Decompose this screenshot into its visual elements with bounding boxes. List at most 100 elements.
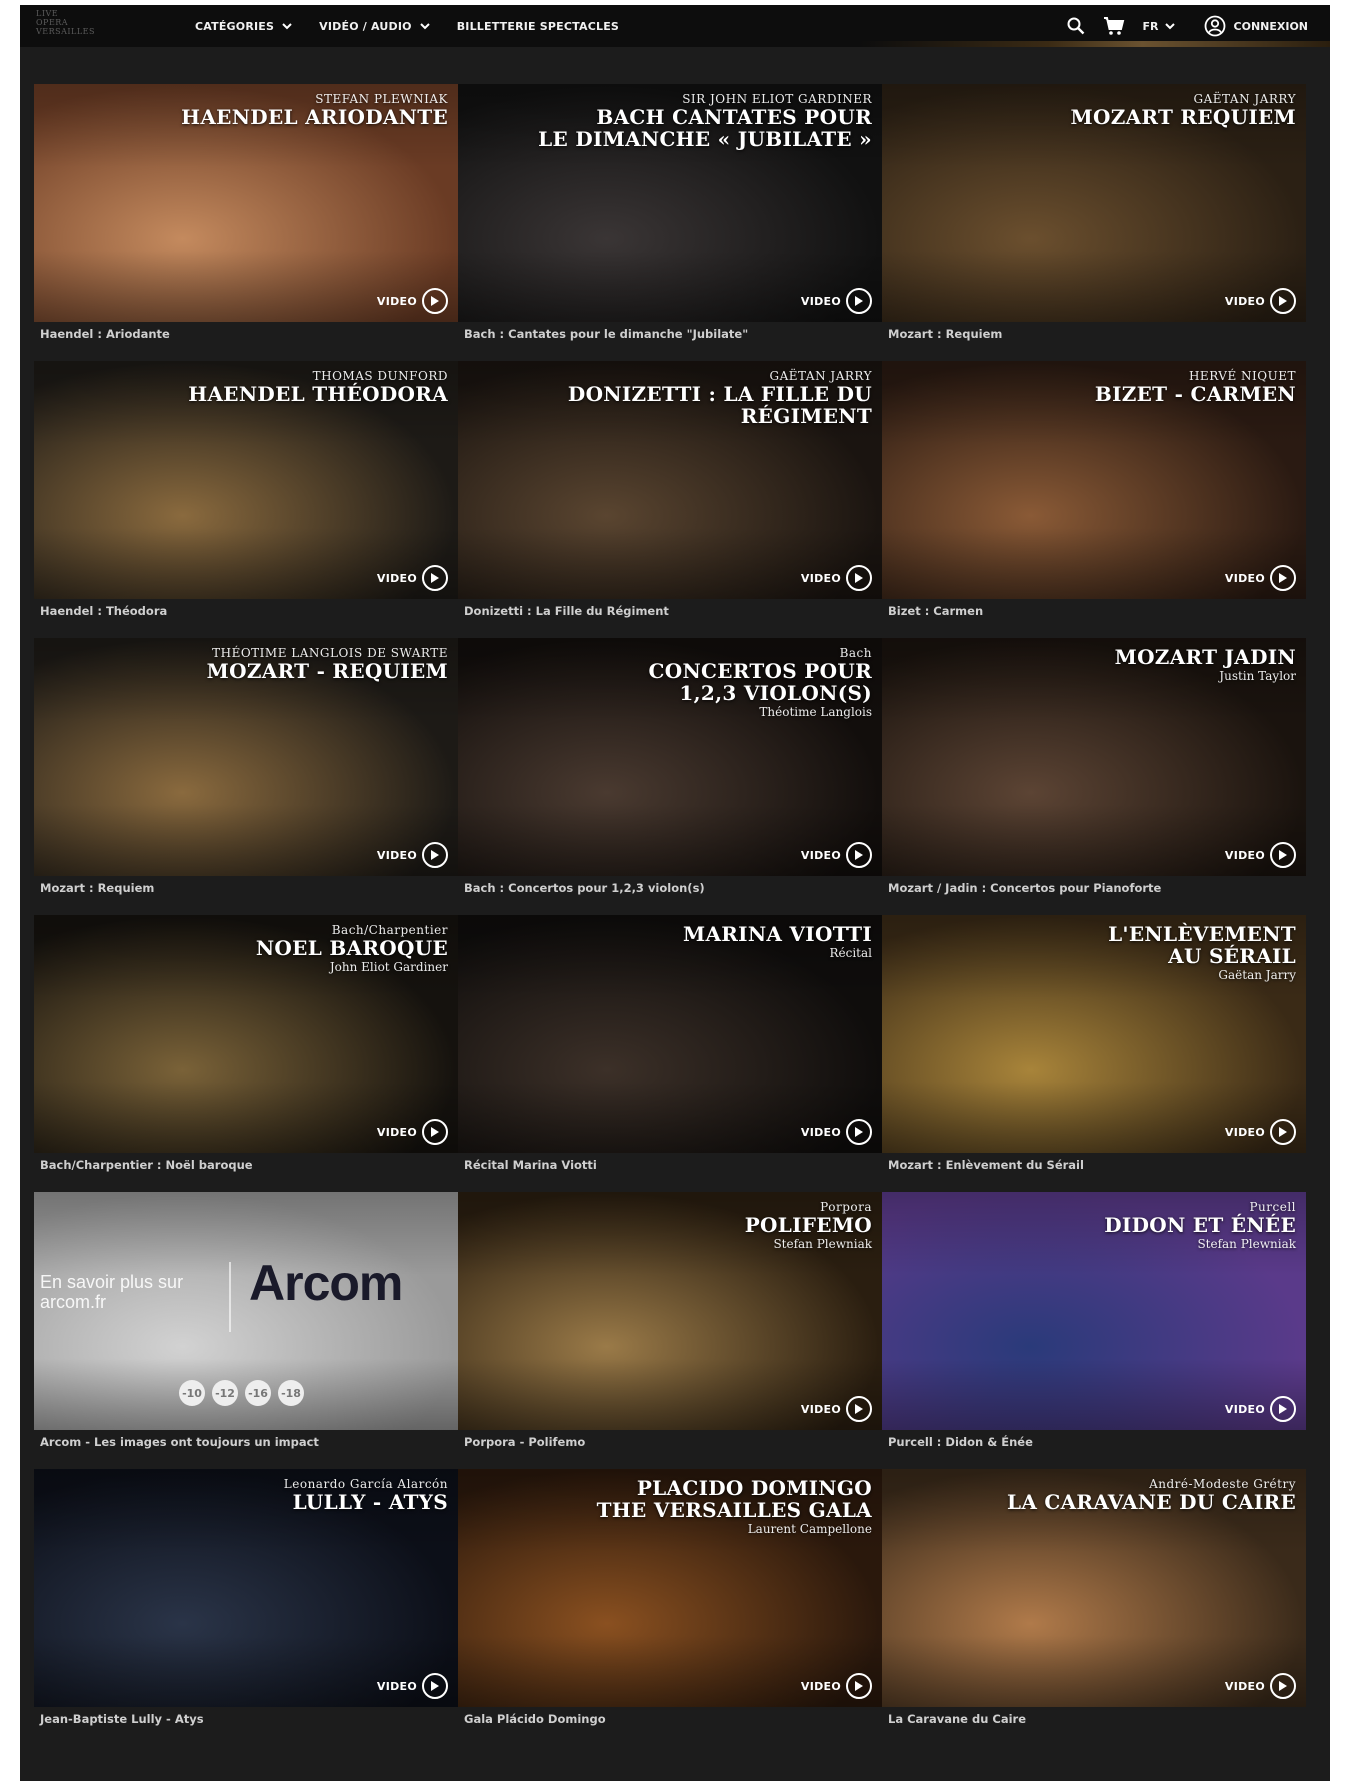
site-logo[interactable]: LIVE OPERA VERSAILLES — [36, 9, 146, 43]
video-caption[interactable]: Porpora - Polifemo — [464, 1435, 585, 1449]
search-button[interactable] — [1067, 17, 1085, 35]
age-rating-badge: -16 — [245, 1380, 271, 1406]
search-icon — [1067, 17, 1084, 35]
video-caption[interactable]: Donizetti : La Fille du Régiment — [464, 604, 669, 618]
video-badge-label: VIDEO — [800, 1679, 841, 1693]
video-card[interactable]: GAËTAN JARRY MOZART REQUIEM VIDEO Mozart : … — [882, 84, 1306, 346]
overlay-title: POLIFEMO — [744, 1213, 872, 1237]
video-thumbnail[interactable]: L'ENLÈVEMENT AU SÉRAIL Gaëtan Jarry VIDEO — [882, 915, 1306, 1153]
overlay-title: AU SÉRAIL — [1168, 944, 1296, 968]
overlay-title: DIDON ET ÉNÉE — [1104, 1213, 1296, 1237]
overlay-title: HAENDEL THÉODORA — [188, 382, 448, 406]
video-thumbnail[interactable]: Bach CONCERTOS POUR 1,2,3 VIOLON(S) Théotim… — [458, 638, 882, 876]
video-thumbnail[interactable]: PLACIDO DOMINGO THE VERSAILLES GALA Lauren… — [458, 1469, 882, 1707]
video-thumbnail[interactable]: Leonardo García Alarcón LULLY - ATYS VIDEO — [34, 1469, 458, 1707]
video-caption[interactable]: Bach : Cantates pour le dimanche "Jubila… — [464, 327, 748, 341]
age-ratings: -10 -12 -16 -18 — [179, 1380, 304, 1406]
video-thumbnail[interactable]: THOMAS DUNFORD HAENDEL THÉODORA VIDEO — [34, 361, 458, 599]
video-card[interactable]: L'ENLÈVEMENT AU SÉRAIL Gaëtan Jarry VIDEO Mo… — [882, 915, 1306, 1177]
video-card[interactable]: Porpora POLIFEMO Stefan Plewniak VIDEO Porpo… — [458, 1192, 882, 1454]
video-thumbnail[interactable]: HERVÉ NIQUET BIZET - CARMEN VIDEO — [882, 361, 1306, 599]
video-caption[interactable]: Purcell : Didon & Énée — [888, 1435, 1033, 1449]
video-card[interactable]: André-Modeste Grétry LA CARAVANE DU CAIRE… — [882, 1469, 1306, 1731]
video-thumbnail[interactable]: GAËTAN JARRY MOZART REQUIEM VIDEO — [882, 84, 1306, 322]
video-caption[interactable]: Jean-Baptiste Lully - Atys — [40, 1712, 204, 1726]
overlay-title: LA CARAVANE DU CAIRE — [1006, 1490, 1296, 1514]
video-card[interactable]: HERVÉ NIQUET BIZET - CARMEN VIDEO Bizet : C… — [882, 361, 1306, 623]
video-card[interactable]: Purcell DIDON ET ÉNÉE Stefan Plewniak VIDEO… — [882, 1192, 1306, 1454]
video-card[interactable]: En savoir plus sur arcom.fr Arcom -10 -12 -16… — [34, 1192, 458, 1454]
overlay-subtitle: Laurent Campellone — [747, 1522, 872, 1536]
video-card[interactable]: STEFAN PLEWNIAK HAENDEL ARIODANTE VIDEO Hae… — [34, 84, 458, 346]
play-icon — [1270, 1119, 1296, 1145]
video-badge: VIDEO — [801, 288, 872, 314]
play-icon — [846, 842, 872, 868]
video-card[interactable]: MARINA VIOTTI Récital VIDEO Récital Marina … — [458, 915, 882, 1177]
video-caption[interactable]: Mozart : Requiem — [888, 327, 1002, 341]
thumbnail-overlay-text: Leonardo García Alarcón LULLY - ATYS — [284, 1477, 448, 1513]
video-thumbnail[interactable]: STEFAN PLEWNIAK HAENDEL ARIODANTE VIDEO — [34, 84, 458, 322]
video-card[interactable]: GAËTAN JARRY DONIZETTI : LA FILLE DU RÉGI… — [458, 361, 882, 623]
video-caption[interactable]: Gala Plácido Domingo — [464, 1712, 606, 1726]
overlay-subtitle: Récital — [829, 946, 872, 960]
language-selector[interactable]: FR — [1143, 20, 1176, 33]
video-badge: VIDEO — [801, 842, 872, 868]
play-icon — [422, 1119, 448, 1145]
video-caption[interactable]: Arcom - Les images ont toujours un impac… — [40, 1435, 319, 1449]
play-icon — [846, 288, 872, 314]
top-navigation-bar: LIVE OPERA VERSAILLES CATÉGORIES VIDÉO /… — [20, 5, 1330, 47]
login-button[interactable]: CONNEXION — [1204, 15, 1308, 37]
video-badge-label: VIDEO — [376, 848, 417, 862]
nav-video-audio[interactable]: VIDÉO / AUDIO — [319, 20, 431, 33]
video-caption[interactable]: La Caravane du Caire — [888, 1712, 1026, 1726]
cart-button[interactable] — [1103, 16, 1125, 36]
video-caption[interactable]: Bach : Concertos pour 1,2,3 violon(s) — [464, 881, 705, 895]
nav-label: VIDÉO / AUDIO — [319, 19, 412, 33]
overlay-artist: HERVÉ NIQUET — [1188, 369, 1296, 383]
video-caption[interactable]: Haendel : Ariodante — [40, 327, 170, 341]
video-thumbnail[interactable]: Porpora POLIFEMO Stefan Plewniak VIDEO — [458, 1192, 882, 1430]
overlay-artist: GAËTAN JARRY — [769, 369, 872, 383]
video-card[interactable]: SIR JOHN ELIOT GARDINER BACH CANTATES POU… — [458, 84, 882, 346]
video-card[interactable]: Bach CONCERTOS POUR 1,2,3 VIOLON(S) Théotim… — [458, 638, 882, 900]
video-thumbnail[interactable]: André-Modeste Grétry LA CARAVANE DU CAIRE… — [882, 1469, 1306, 1707]
video-caption[interactable]: Bach/Charpentier : Noël baroque — [40, 1158, 253, 1172]
video-card[interactable]: THOMAS DUNFORD HAENDEL THÉODORA VIDEO Haend… — [34, 361, 458, 623]
play-icon — [846, 1119, 872, 1145]
video-thumbnail[interactable]: THÉOTIME LANGLOIS DE SWARTE MOZART - REQU… — [34, 638, 458, 876]
overlay-title: DONIZETTI : LA FILLE DU RÉGIMENT — [567, 382, 872, 428]
video-thumbnail[interactable]: Purcell DIDON ET ÉNÉE Stefan Plewniak VIDEO — [882, 1192, 1306, 1430]
video-caption[interactable]: Mozart : Enlèvement du Sérail — [888, 1158, 1084, 1172]
video-thumbnail[interactable]: MOZART JADIN Justin Taylor VIDEO — [882, 638, 1306, 876]
video-caption[interactable]: Récital Marina Viotti — [464, 1158, 597, 1172]
overlay-title: THE VERSAILLES GALA — [596, 1498, 872, 1522]
video-card[interactable]: THÉOTIME LANGLOIS DE SWARTE MOZART - REQU… — [34, 638, 458, 900]
video-badge: VIDEO — [377, 565, 448, 591]
video-caption[interactable]: Mozart : Requiem — [40, 881, 154, 895]
thumbnail-overlay-text: GAËTAN JARRY MOZART REQUIEM — [1071, 92, 1296, 128]
video-badge-label: VIDEO — [1224, 1402, 1265, 1416]
video-thumbnail[interactable]: SIR JOHN ELIOT GARDINER BACH CANTATES POU… — [458, 84, 882, 322]
video-thumbnail[interactable]: MARINA VIOTTI Récital VIDEO — [458, 915, 882, 1153]
video-card[interactable]: Leonardo García Alarcón LULLY - ATYS VIDEO… — [34, 1469, 458, 1731]
nav-billetterie[interactable]: BILLETTERIE SPECTACLES — [457, 20, 619, 33]
thumbnail-overlay-text: SIR JOHN ELIOT GARDINER BACH CANTATES POU… — [538, 92, 872, 150]
overlay-title: 1,2,3 VIOLON(S) — [679, 681, 872, 705]
video-thumbnail[interactable]: GAËTAN JARRY DONIZETTI : LA FILLE DU RÉGI… — [458, 361, 882, 599]
video-thumbnail[interactable]: Bach/Charpentier NOEL BAROQUE John Eliot G… — [34, 915, 458, 1153]
video-card[interactable]: PLACIDO DOMINGO THE VERSAILLES GALA Lauren… — [458, 1469, 882, 1731]
login-label: CONNEXION — [1233, 19, 1308, 33]
video-caption[interactable]: Haendel : Théodora — [40, 604, 167, 618]
video-card[interactable]: MOZART JADIN Justin Taylor VIDEO Mozart / J… — [882, 638, 1306, 900]
arcom-text-line: arcom.fr — [40, 1292, 107, 1312]
age-rating-badge: -18 — [278, 1380, 304, 1406]
video-caption[interactable]: Bizet : Carmen — [888, 604, 983, 618]
video-badge: VIDEO — [1225, 288, 1296, 314]
nav-categories[interactable]: CATÉGORIES — [195, 20, 293, 33]
overlay-subtitle: Justin Taylor — [1219, 669, 1296, 683]
video-thumbnail[interactable]: En savoir plus sur arcom.fr Arcom -10 -12 -16… — [34, 1192, 458, 1430]
video-caption[interactable]: Mozart / Jadin : Concertos pour Pianofor… — [888, 881, 1161, 895]
video-card[interactable]: Bach/Charpentier NOEL BAROQUE John Eliot G… — [34, 915, 458, 1177]
overlay-subtitle: Théotime Langlois — [759, 705, 872, 719]
overlay-title: MARINA VIOTTI — [683, 922, 872, 946]
